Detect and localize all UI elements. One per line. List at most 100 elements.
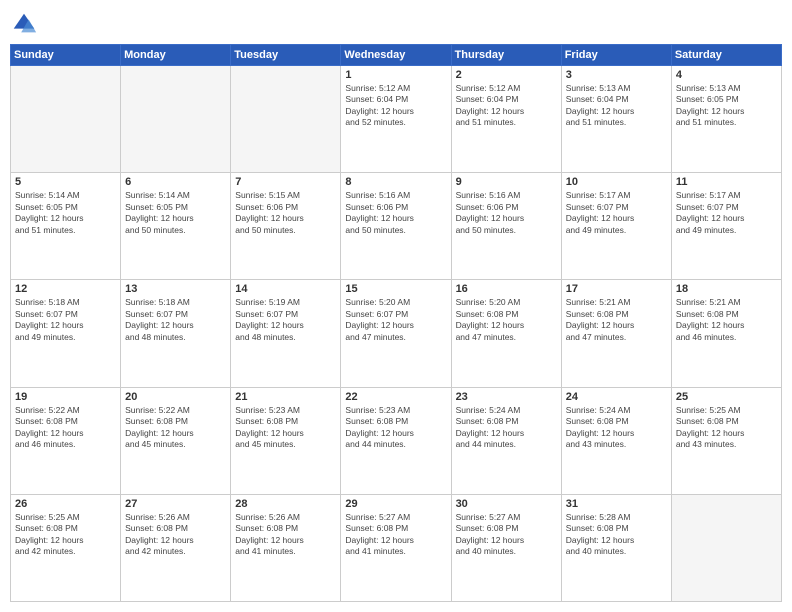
day-number: 23 (456, 391, 557, 403)
day-number: 18 (676, 283, 777, 295)
logo-icon (10, 10, 38, 38)
calendar-cell (671, 494, 781, 601)
calendar-cell: 8 Sunrise: 5:16 AM Sunset: 6:06 PM Daylig… (341, 173, 451, 280)
day-info: Sunrise: 5:13 AM Sunset: 6:04 PM Dayligh… (566, 83, 667, 129)
day-info: Sunrise: 5:21 AM Sunset: 6:08 PM Dayligh… (676, 297, 777, 343)
day-number: 31 (566, 498, 667, 510)
calendar-cell: 29 Sunrise: 5:27 AM Sunset: 6:08 PM Dayli… (341, 494, 451, 601)
day-info: Sunrise: 5:25 AM Sunset: 6:08 PM Dayligh… (676, 405, 777, 451)
day-number: 27 (125, 498, 226, 510)
calendar-cell: 7 Sunrise: 5:15 AM Sunset: 6:06 PM Daylig… (231, 173, 341, 280)
calendar-cell: 27 Sunrise: 5:26 AM Sunset: 6:08 PM Dayli… (121, 494, 231, 601)
day-number: 13 (125, 283, 226, 295)
calendar-week-1: 1 Sunrise: 5:12 AM Sunset: 6:04 PM Daylig… (11, 66, 782, 173)
day-info: Sunrise: 5:26 AM Sunset: 6:08 PM Dayligh… (125, 512, 226, 558)
day-info: Sunrise: 5:17 AM Sunset: 6:07 PM Dayligh… (566, 190, 667, 236)
day-info: Sunrise: 5:27 AM Sunset: 6:08 PM Dayligh… (345, 512, 446, 558)
day-number: 1 (345, 69, 446, 81)
calendar-cell: 6 Sunrise: 5:14 AM Sunset: 6:05 PM Daylig… (121, 173, 231, 280)
day-info: Sunrise: 5:18 AM Sunset: 6:07 PM Dayligh… (15, 297, 116, 343)
day-number: 29 (345, 498, 446, 510)
day-number: 9 (456, 176, 557, 188)
weekday-header-saturday: Saturday (671, 45, 781, 66)
calendar-week-2: 5Sunrise: 5:14 AM Sunset: 6:05 PM Daylig… (11, 173, 782, 280)
day-info: Sunrise: 5:22 AM Sunset: 6:08 PM Dayligh… (15, 405, 116, 451)
calendar-cell: 20Sunrise: 5:22 AM Sunset: 6:08 PM Dayli… (121, 387, 231, 494)
calendar-cell: 2Sunrise: 5:12 AM Sunset: 6:04 PM Daylig… (451, 66, 561, 173)
day-number: 4 (676, 69, 777, 81)
calendar-cell: 14Sunrise: 5:19 AM Sunset: 6:07 PM Dayli… (231, 280, 341, 387)
weekday-header-tuesday: Tuesday (231, 45, 341, 66)
day-number: 26 (15, 498, 116, 510)
calendar-cell: 4 Sunrise: 5:13 AM Sunset: 6:05 PM Daylig… (671, 66, 781, 173)
calendar-header: SundayMondayTuesdayWednesdayThursdayFrid… (11, 45, 782, 66)
calendar-cell: 12 Sunrise: 5:18 AM Sunset: 6:07 PM Dayli… (11, 280, 121, 387)
day-number: 15 (345, 283, 446, 295)
day-number: 3 (566, 69, 667, 81)
day-number: 16 (456, 283, 557, 295)
day-info: Sunrise: 5:17 AM Sunset: 6:07 PM Dayligh… (676, 190, 777, 236)
day-info: Sunrise: 5:15 AM Sunset: 6:06 PM Dayligh… (235, 190, 336, 236)
day-info: Sunrise: 5:21 AM Sunset: 6:08 PM Dayligh… (566, 297, 667, 343)
page: SundayMondayTuesdayWednesdayThursdayFrid… (0, 0, 792, 612)
weekday-header-friday: Friday (561, 45, 671, 66)
calendar-cell: 19Sunrise: 5:22 AM Sunset: 6:08 PM Dayli… (11, 387, 121, 494)
day-number: 20 (125, 391, 226, 403)
day-info: Sunrise: 5:27 AM Sunset: 6:08 PM Dayligh… (456, 512, 557, 558)
day-number: 17 (566, 283, 667, 295)
weekday-header-thursday: Thursday (451, 45, 561, 66)
day-info: Sunrise: 5:13 AM Sunset: 6:05 PM Dayligh… (676, 83, 777, 129)
day-number: 8 (345, 176, 446, 188)
calendar-cell: 23Sunrise: 5:24 AM Sunset: 6:08 PM Dayli… (451, 387, 561, 494)
day-info: Sunrise: 5:23 AM Sunset: 6:08 PM Dayligh… (235, 405, 336, 451)
day-info: Sunrise: 5:25 AM Sunset: 6:08 PM Dayligh… (15, 512, 116, 558)
calendar-cell: 24Sunrise: 5:24 AM Sunset: 6:08 PM Dayli… (561, 387, 671, 494)
day-number: 11 (676, 176, 777, 188)
header (10, 10, 782, 38)
calendar-cell: 30 Sunrise: 5:27 AM Sunset: 6:08 PM Dayli… (451, 494, 561, 601)
day-number: 6 (125, 176, 226, 188)
day-info: Sunrise: 5:23 AM Sunset: 6:08 PM Dayligh… (345, 405, 446, 451)
calendar-cell: 10 Sunrise: 5:17 AM Sunset: 6:07 PM Dayli… (561, 173, 671, 280)
day-number: 10 (566, 176, 667, 188)
calendar-cell: 22 Sunrise: 5:23 AM Sunset: 6:08 PM Dayli… (341, 387, 451, 494)
calendar-cell: 3 Sunrise: 5:13 AM Sunset: 6:04 PM Daylig… (561, 66, 671, 173)
day-info: Sunrise: 5:20 AM Sunset: 6:08 PM Dayligh… (456, 297, 557, 343)
calendar-week-4: 19Sunrise: 5:22 AM Sunset: 6:08 PM Dayli… (11, 387, 782, 494)
logo (10, 10, 42, 38)
calendar-cell: 28Sunrise: 5:26 AM Sunset: 6:08 PM Dayli… (231, 494, 341, 601)
weekday-header-sunday: Sunday (11, 45, 121, 66)
day-number: 12 (15, 283, 116, 295)
day-info: Sunrise: 5:16 AM Sunset: 6:06 PM Dayligh… (345, 190, 446, 236)
calendar-cell: 17 Sunrise: 5:21 AM Sunset: 6:08 PM Dayli… (561, 280, 671, 387)
day-number: 2 (456, 69, 557, 81)
calendar-cell: 15Sunrise: 5:20 AM Sunset: 6:07 PM Dayli… (341, 280, 451, 387)
calendar-cell: 18 Sunrise: 5:21 AM Sunset: 6:08 PM Dayli… (671, 280, 781, 387)
day-info: Sunrise: 5:12 AM Sunset: 6:04 PM Dayligh… (345, 83, 446, 129)
calendar-cell: 25 Sunrise: 5:25 AM Sunset: 6:08 PM Dayli… (671, 387, 781, 494)
calendar-week-3: 12 Sunrise: 5:18 AM Sunset: 6:07 PM Dayli… (11, 280, 782, 387)
calendar-cell: 16 Sunrise: 5:20 AM Sunset: 6:08 PM Dayli… (451, 280, 561, 387)
calendar-cell (121, 66, 231, 173)
calendar-table: SundayMondayTuesdayWednesdayThursdayFrid… (10, 44, 782, 602)
calendar-cell: 21Sunrise: 5:23 AM Sunset: 6:08 PM Dayli… (231, 387, 341, 494)
day-number: 28 (235, 498, 336, 510)
calendar-cell: 9 Sunrise: 5:16 AM Sunset: 6:06 PM Daylig… (451, 173, 561, 280)
day-info: Sunrise: 5:18 AM Sunset: 6:07 PM Dayligh… (125, 297, 226, 343)
calendar-cell: 11 Sunrise: 5:17 AM Sunset: 6:07 PM Dayli… (671, 173, 781, 280)
calendar-cell: 1 Sunrise: 5:12 AM Sunset: 6:04 PM Daylig… (341, 66, 451, 173)
day-info: Sunrise: 5:14 AM Sunset: 6:05 PM Dayligh… (125, 190, 226, 236)
day-info: Sunrise: 5:24 AM Sunset: 6:08 PM Dayligh… (566, 405, 667, 451)
day-info: Sunrise: 5:16 AM Sunset: 6:06 PM Dayligh… (456, 190, 557, 236)
calendar-week-5: 26 Sunrise: 5:25 AM Sunset: 6:08 PM Dayli… (11, 494, 782, 601)
day-number: 22 (345, 391, 446, 403)
day-number: 7 (235, 176, 336, 188)
weekday-header-wednesday: Wednesday (341, 45, 451, 66)
calendar-cell: 5Sunrise: 5:14 AM Sunset: 6:05 PM Daylig… (11, 173, 121, 280)
day-info: Sunrise: 5:28 AM Sunset: 6:08 PM Dayligh… (566, 512, 667, 558)
weekday-header-monday: Monday (121, 45, 231, 66)
day-number: 25 (676, 391, 777, 403)
calendar-cell: 31 Sunrise: 5:28 AM Sunset: 6:08 PM Dayli… (561, 494, 671, 601)
day-info: Sunrise: 5:14 AM Sunset: 6:05 PM Dayligh… (15, 190, 116, 236)
day-number: 30 (456, 498, 557, 510)
